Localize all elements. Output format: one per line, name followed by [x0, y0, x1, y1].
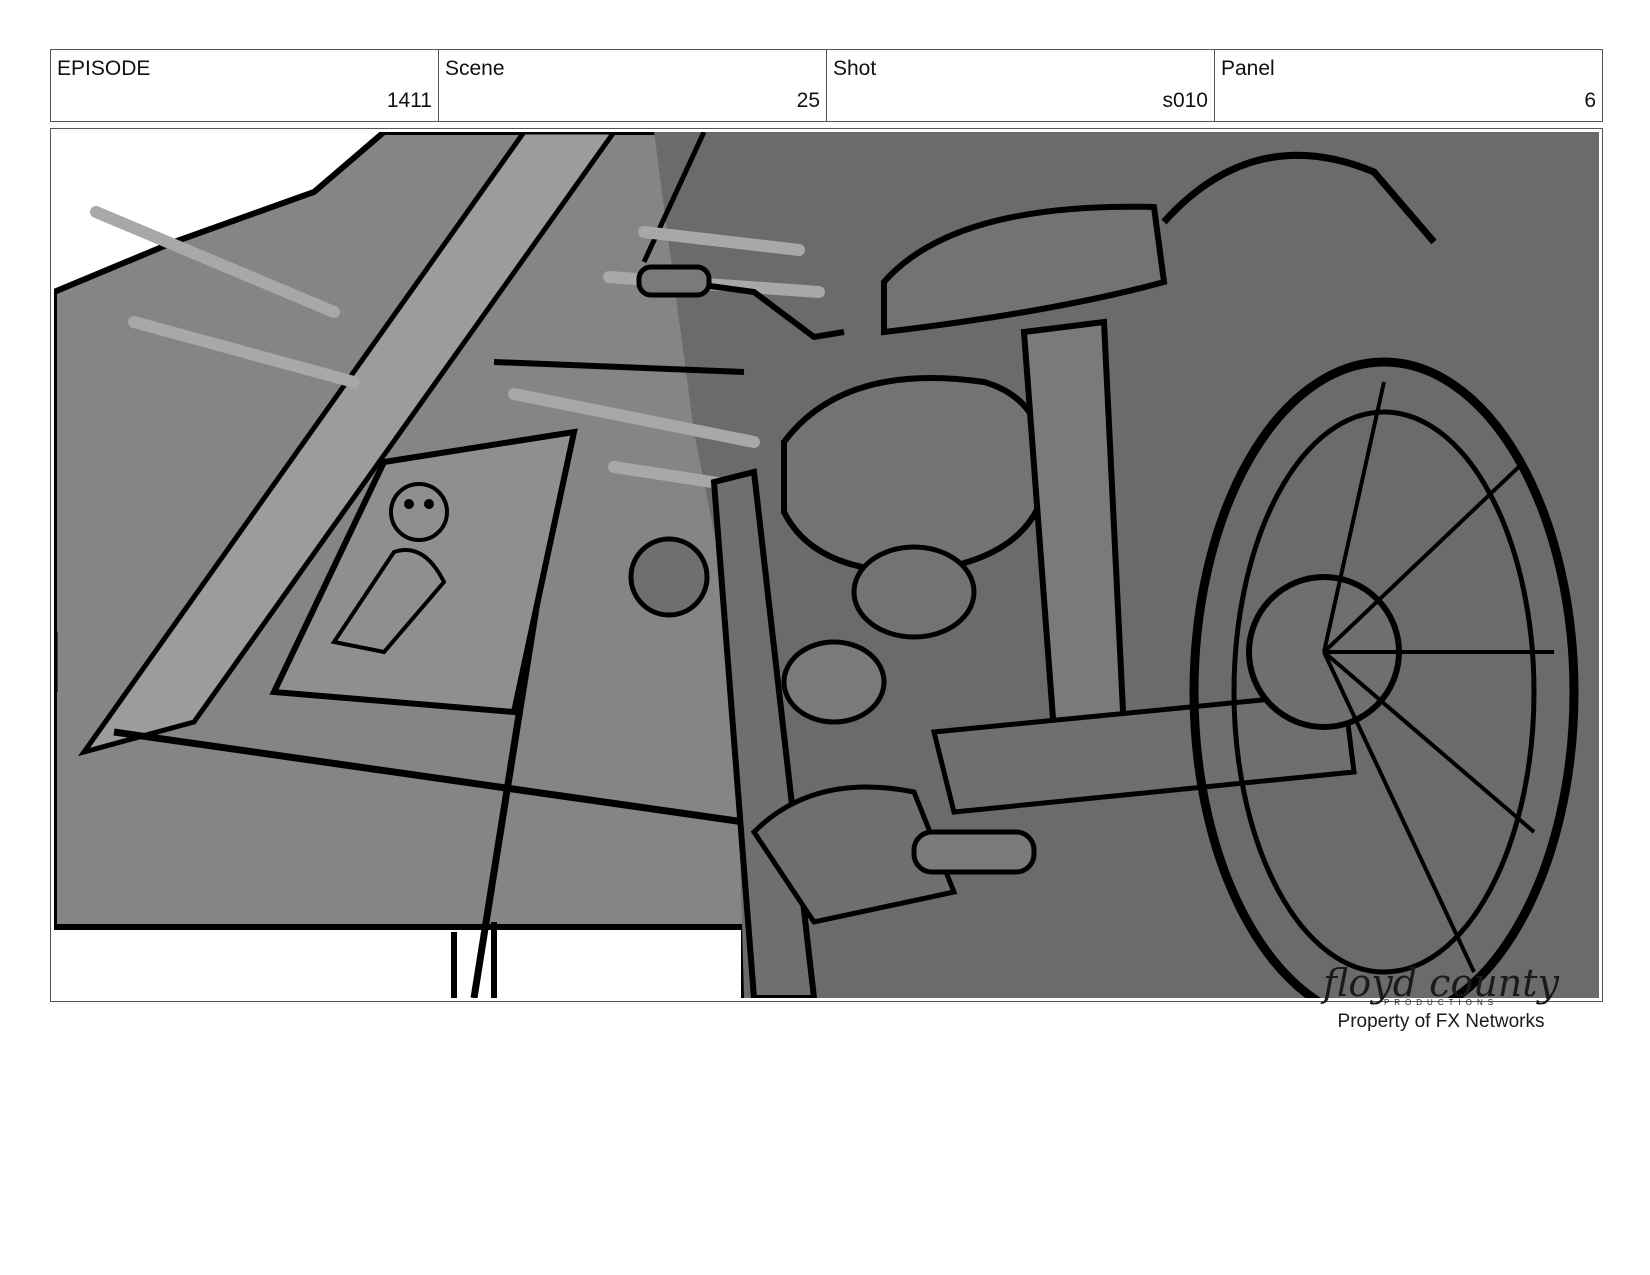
storyboard-panel: floyd county PRODUCTIONS Property of FX … [50, 128, 1603, 1032]
production-watermark: floyd county PRODUCTIONS Property of FX … [1321, 964, 1561, 1033]
episode-value: 1411 [386, 89, 432, 112]
shot-cell: Shot s010 [827, 50, 1215, 121]
panel-cell: Panel 6 [1215, 50, 1602, 121]
scene-value: 25 [796, 89, 820, 112]
panel-value: 6 [1584, 89, 1596, 112]
panel-sketch [54, 132, 1599, 998]
shot-label: Shot [833, 57, 877, 80]
episode-label: EPISODE [57, 57, 151, 80]
floyd-county-logo: floyd county [1323, 961, 1559, 1005]
shot-value: s010 [1162, 89, 1208, 112]
property-notice: Property of FX Networks [1337, 1011, 1545, 1032]
storyboard-header: EPISODE 1411 Scene 25 Shot s010 Panel 6 [50, 49, 1603, 122]
scene-cell: Scene 25 [439, 50, 827, 121]
panel-label: Panel [1221, 57, 1275, 80]
episode-cell: EPISODE 1411 [51, 50, 439, 121]
scene-label: Scene [445, 57, 505, 80]
